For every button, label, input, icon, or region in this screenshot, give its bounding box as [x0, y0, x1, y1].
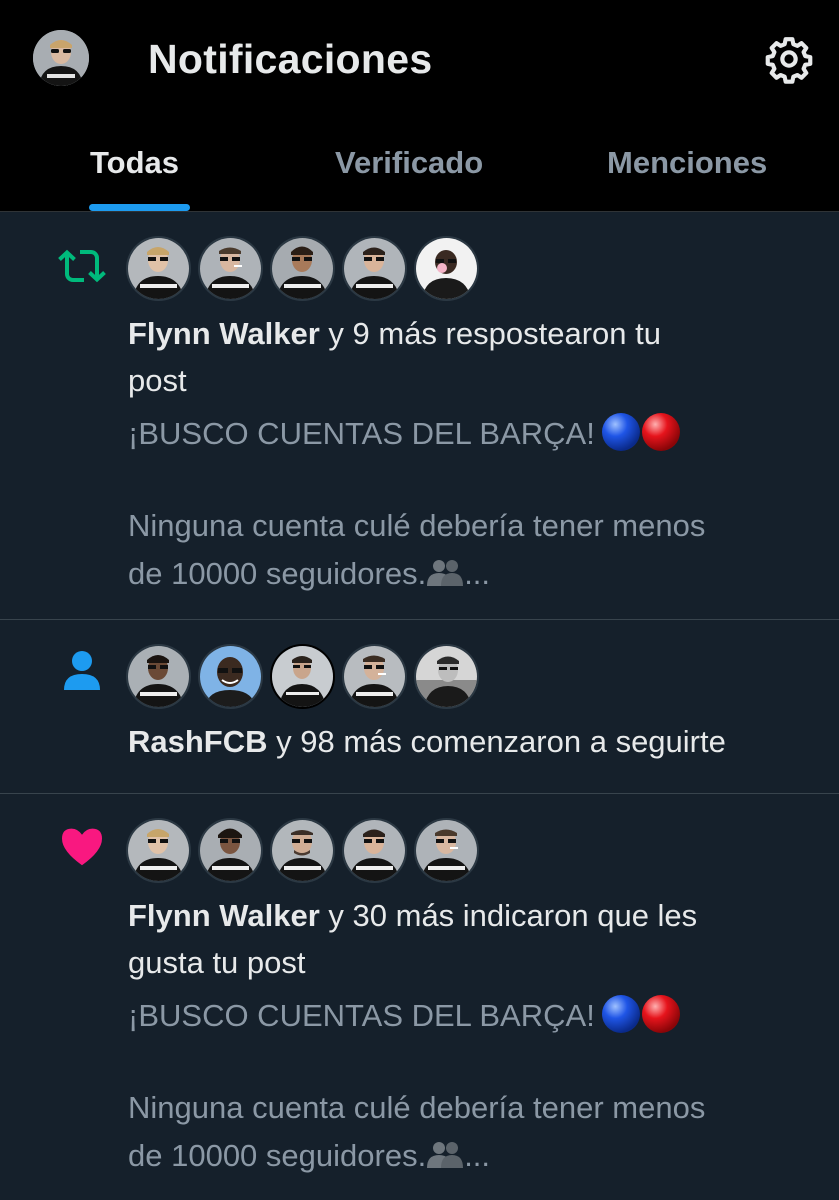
avatar[interactable]	[198, 236, 263, 301]
post-preview-body: Ninguna cuenta culé debería tener menos	[128, 1090, 706, 1125]
ellipsis: ...	[464, 1138, 491, 1173]
notifications-screen: Notificaciones Todas Verificado Mencione…	[0, 0, 839, 1200]
notification-text: Flynn Walker y 9 más respostearon tu	[128, 316, 661, 352]
avatar[interactable]	[126, 236, 191, 301]
tab-menciones[interactable]: Menciones	[607, 145, 767, 181]
action-text-cont: gusta tu post	[128, 945, 306, 980]
notification-text: RashFCB y 98 más comenzaron a seguirte	[128, 724, 726, 760]
actor-avatars	[126, 644, 479, 709]
active-tab-indicator	[89, 204, 190, 211]
post-preview-body-cont: de 10000 seguidores....	[128, 1138, 490, 1176]
settings-gear-icon[interactable]	[764, 34, 814, 84]
avatar[interactable]	[198, 644, 263, 709]
post-title: ¡BUSCO CUENTAS DEL BARÇA!	[128, 416, 595, 452]
heart-icon	[62, 828, 102, 866]
actor-name[interactable]: Flynn Walker	[128, 316, 320, 351]
avatar[interactable]	[270, 818, 335, 883]
avatar[interactable]	[414, 644, 479, 709]
post-title: ¡BUSCO CUENTAS DEL BARÇA!	[128, 998, 595, 1034]
notification-repost[interactable]: Flynn Walker y 9 más respostearon tu pos…	[0, 212, 839, 620]
people-silhouette-icon	[426, 1140, 464, 1176]
post-preview-body-cont: de 10000 seguidores....	[128, 556, 490, 594]
avatar[interactable]	[342, 236, 407, 301]
repost-icon	[58, 249, 106, 283]
actor-name[interactable]: Flynn Walker	[128, 898, 320, 933]
avatar[interactable]	[126, 644, 191, 709]
blue-red-balls-emoji	[601, 994, 685, 1042]
avatar[interactable]	[414, 818, 479, 883]
actor-avatars	[126, 818, 479, 883]
post-preview-title: ¡BUSCO CUENTAS DEL BARÇA!	[128, 412, 685, 460]
notification-follow[interactable]: RashFCB y 98 más comenzaron a seguirte	[0, 620, 839, 794]
action-text: y 30 más indicaron que les	[319, 898, 698, 933]
avatar[interactable]	[270, 644, 335, 709]
people-silhouette-icon	[426, 558, 464, 594]
page-title: Notificaciones	[148, 36, 433, 82]
action-text-cont: post	[128, 363, 187, 398]
notification-like[interactable]: Flynn Walker y 30 más indicaron que les …	[0, 794, 839, 1200]
post-preview-body: Ninguna cuenta culé debería tener menos	[128, 508, 706, 543]
avatar[interactable]	[270, 236, 335, 301]
top-bar: Notificaciones Todas Verificado Mencione…	[0, 0, 839, 212]
avatar[interactable]	[342, 818, 407, 883]
avatar[interactable]	[126, 818, 191, 883]
action-text: y 9 más respostearon tu	[319, 316, 661, 351]
post-body-text: de 10000 seguidores.	[128, 1138, 427, 1173]
person-icon	[64, 651, 100, 690]
post-body-text: de 10000 seguidores.	[128, 556, 427, 591]
tab-todas[interactable]: Todas	[90, 145, 179, 181]
action-text: y 98 más comenzaron a seguirte	[267, 724, 726, 759]
profile-avatar[interactable]	[33, 30, 89, 86]
avatar[interactable]	[198, 818, 263, 883]
notification-text: Flynn Walker y 30 más indicaron que les	[128, 898, 697, 934]
tab-verificado[interactable]: Verificado	[335, 145, 483, 181]
ellipsis: ...	[464, 556, 491, 591]
avatar[interactable]	[342, 644, 407, 709]
actor-name[interactable]: RashFCB	[128, 724, 268, 759]
actor-avatars	[126, 236, 479, 301]
blue-red-balls-emoji	[601, 412, 685, 460]
post-preview-title: ¡BUSCO CUENTAS DEL BARÇA!	[128, 994, 685, 1042]
avatar[interactable]	[414, 236, 479, 301]
